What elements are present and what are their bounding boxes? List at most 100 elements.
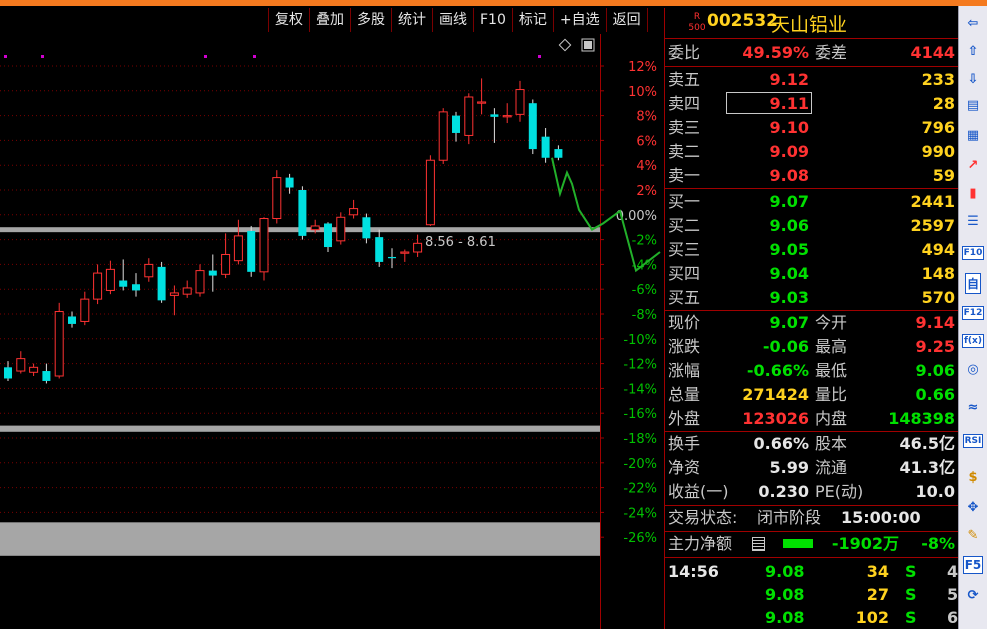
bid-label: 买二 (668, 216, 701, 235)
candle-body (169, 292, 179, 296)
ask-label: 卖四 (668, 94, 701, 113)
candle-body (221, 253, 231, 275)
arrow-up-icon[interactable]: ⇧ (962, 40, 984, 62)
fx-icon-text: f(x) (962, 334, 984, 348)
bid-label: 买五 (668, 288, 701, 307)
circle-icon[interactable]: ◎ (962, 358, 984, 380)
f5-icon-text: F5 (962, 556, 984, 574)
candle-body (4, 367, 12, 379)
stat-value-2: 9.25 (915, 337, 955, 356)
tick-price: 9.08 (765, 608, 805, 627)
toolbar-button-0[interactable]: 复权 (268, 8, 310, 32)
toolbar-button-3[interactable]: 统计 (391, 8, 433, 32)
rsi-icon[interactable]: RSI (962, 430, 984, 452)
fund-label-2: 流通 (815, 458, 848, 477)
stat-value: 9.07 (769, 313, 809, 332)
toolbar-button-7[interactable]: +自选 (552, 8, 607, 32)
bid-price[interactable]: 9.07 (770, 190, 809, 214)
bid-price[interactable]: 9.06 (770, 214, 809, 238)
candle-body (349, 208, 359, 216)
fund-value: 5.99 (769, 458, 809, 477)
candle-body (182, 287, 192, 295)
ask-row-2: 卖三 9.10 796 (665, 116, 959, 140)
kline-chart[interactable]: 12% 10% 8% 6% 4% 2% 0.00% -2% -4% -6% -8% -10% -12% -… (0, 34, 664, 629)
stat-value: 123026 (742, 409, 809, 428)
arrow-down-icon[interactable]: ⇩ (962, 68, 984, 90)
ask-label: 卖一 (668, 166, 701, 185)
stat-value: 271424 (742, 385, 809, 404)
ask-label: 卖五 (668, 70, 701, 89)
pencil-icon[interactable]: ✎ (962, 524, 984, 546)
toolbar-button-4[interactable]: 画线 (432, 8, 474, 32)
ask-volume: 28 (932, 94, 955, 113)
kline-chart-svg[interactable]: 12%10%8%6%4%2%0.00%-2%-4%-6%-8%-10%-12%-… (0, 34, 664, 629)
ask-price[interactable]: 9.09 (770, 140, 809, 164)
self-icon[interactable]: 自 (962, 272, 984, 294)
bid-volume: 148 (921, 264, 955, 283)
candle-body (438, 111, 448, 161)
candle-body (195, 270, 205, 294)
r500-badge: R 500 (687, 12, 707, 36)
y-tick-label: -10% (623, 333, 657, 348)
trend-icon[interactable]: ↗ (962, 154, 984, 176)
candle-body (490, 114, 499, 117)
candle-body (259, 218, 269, 273)
report-icon[interactable]: ▤ (962, 94, 984, 116)
stat-row-4: 外盘 123026 内盘 148398 (665, 407, 959, 431)
stat-label-2: 最低 (815, 361, 848, 380)
wei-bi-label: 委比 (668, 43, 701, 62)
y-tick-label: -8% (632, 308, 657, 323)
bid-price[interactable]: 9.05 (770, 238, 809, 262)
dollar-icon[interactable]: $ (962, 466, 984, 488)
candle-body (425, 159, 435, 226)
candle-body (298, 190, 307, 236)
fund-label: 收益(一) (668, 482, 729, 501)
badge-top: R (693, 12, 701, 22)
list-icon[interactable]: ☰ (962, 210, 984, 232)
f12-icon[interactable]: F12 (961, 302, 985, 324)
rsi-icon-text: RSI (962, 434, 984, 448)
toolbar-button-6[interactable]: 标记 (511, 8, 554, 32)
fx-icon[interactable]: f(x) (962, 330, 984, 352)
divider (665, 557, 959, 558)
chart-toolbar: 复权 叠加 多股 统计 画线 F10 标记 +自选 返回 (268, 8, 648, 32)
grid-icon[interactable]: ▦ (962, 124, 984, 146)
f10-icon[interactable]: F10 (961, 242, 985, 264)
ask-row-0: 卖五 9.12 233 (665, 68, 959, 92)
tick-time: 14:56 (668, 562, 719, 581)
bid-volume: 2441 (910, 192, 955, 211)
toolbar-button-8[interactable]: 返回 (605, 8, 648, 32)
tick-row-2: 9.08 102 S 6 (665, 607, 959, 629)
bid-label: 买四 (668, 264, 701, 283)
f5-icon[interactable]: F5 (962, 554, 984, 576)
arrow-left-icon[interactable]: ⇦ (962, 12, 984, 34)
candle-body (477, 101, 487, 104)
tick-qty: 34 (866, 562, 889, 581)
bid-price[interactable]: 9.03 (770, 286, 809, 310)
toolbar-button-5[interactable]: F10 (473, 8, 513, 32)
stat-label: 涨幅 (668, 361, 701, 380)
price-band (0, 522, 600, 556)
candle-icon[interactable]: ▮ (962, 182, 984, 204)
ask-price[interactable]: 9.11 (770, 92, 809, 116)
bid-row-1: 买二 9.06 2597 (665, 214, 959, 238)
ask-price[interactable]: 9.10 (770, 116, 809, 140)
ask-volume: 59 (932, 166, 955, 185)
bid-label: 买一 (668, 192, 701, 211)
y-tick-label: -24% (623, 506, 657, 521)
tick-qty: 102 (855, 608, 889, 627)
tick-count: 6 (947, 608, 959, 627)
refresh-icon[interactable]: ⟳ (962, 584, 984, 606)
ask-price[interactable]: 9.12 (770, 68, 809, 92)
y-tick-label: -14% (623, 382, 657, 397)
stat-label: 总量 (668, 385, 701, 404)
bid-price[interactable]: 9.04 (770, 262, 809, 286)
ask-price[interactable]: 9.08 (770, 164, 809, 188)
toolbar-button-2[interactable]: 多股 (350, 8, 392, 32)
wave-icon[interactable]: ≈ (962, 396, 984, 418)
toolbar-button-1[interactable]: 叠加 (309, 8, 351, 32)
document-icon[interactable] (752, 537, 765, 551)
move-icon[interactable]: ✥ (962, 496, 984, 518)
tick-side: S (905, 562, 917, 581)
bid-row-2: 买三 9.05 494 (665, 238, 959, 262)
